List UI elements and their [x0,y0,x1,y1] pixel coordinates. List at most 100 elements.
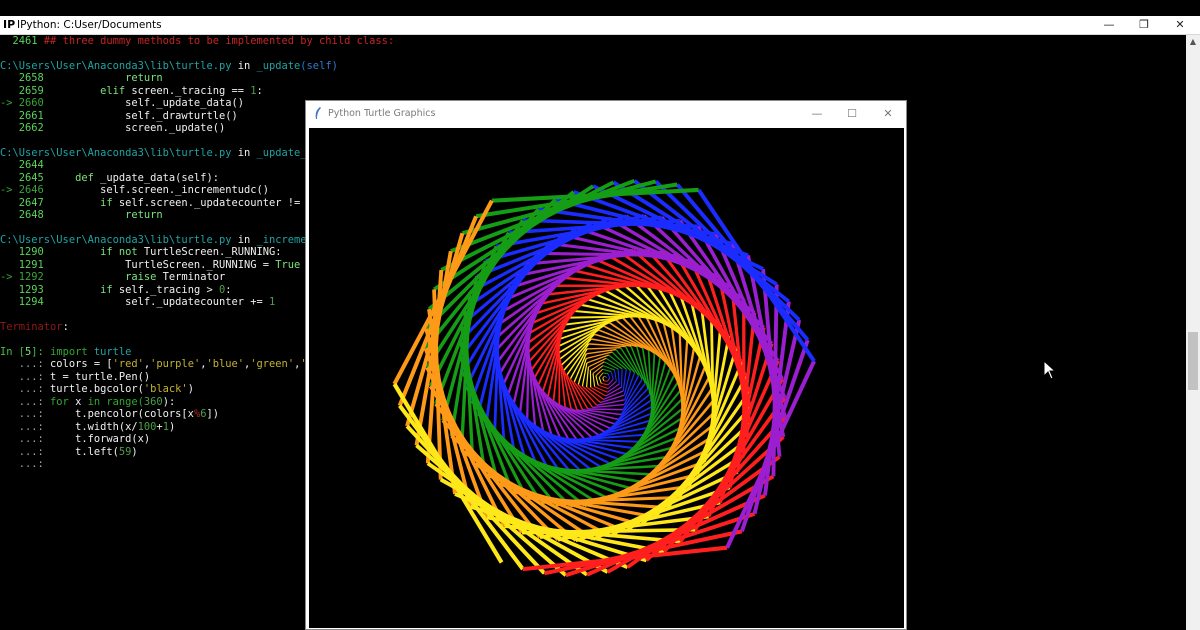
code-token: 2648 [0,209,51,221]
code-token: ...: [0,408,51,420]
code-token: 'purple' [150,358,201,370]
turtle-graphics-window[interactable]: Python Turtle Graphics — ☐ ✕ [305,100,907,630]
spiral-segment [602,368,612,373]
turtle-minimize-button[interactable]: — [800,105,834,123]
code-token: 1293 [0,284,51,296]
console-line: ...: t.left(59) [0,446,138,458]
console-line: ...: t.forward(x) [0,433,150,445]
console-line: ...: turtle.bgcolor('black') [0,383,194,395]
code-token: ...: [0,458,51,470]
feather-icon [314,107,322,122]
code-token: 59 [118,446,132,458]
code-token: turtle.bgcolor( [50,383,144,395]
console-line: ...: colors = ['red','purple','blue','gr… [0,358,319,370]
code-token: def [50,172,101,184]
code-token: 2662 [0,122,51,134]
console-line: 2461 ## three dummy methods to be implem… [0,35,395,47]
code-token: self.screen._incrementudc() [50,184,269,196]
console-line: -> 2660 self._update_data() [0,97,244,109]
turtle-maximize-button[interactable]: ☐ [835,105,869,123]
console-scrollbar[interactable]: ▲ [1186,35,1200,630]
console-line: 1290 if not TurtleScreen._RUNNING: [0,246,282,258]
code-token: 2661 [0,110,51,122]
code-token: ): [162,396,176,408]
code-token: elif [50,85,132,97]
turtle-window-titlebar[interactable]: Python Turtle Graphics — ☐ ✕ [306,101,906,127]
code-token: self._update_data() [50,97,244,109]
console-line: 2645 def _update_data(self): [0,172,219,184]
code-token: C:\Users\User\Anaconda3\lib\turtle.py [0,234,232,246]
code-token: raise [50,271,163,283]
spiral-segment [573,381,594,408]
console-line: 1291 TurtleScreen._RUNNING = True [0,259,301,271]
spiral-segment [586,346,621,350]
scrollbar-thumb[interactable] [1188,332,1198,390]
console-line: In [5]: import turtle [0,346,131,358]
console-line: ...: t.width(x/100+1) [0,421,175,433]
console-line: Terminator: [0,321,69,333]
code-token: self._drawturtle() [50,110,238,122]
code-token: 2461 [0,35,44,47]
spiral-segment [605,376,607,378]
code-token: ...: [0,358,51,370]
code-token: -> 1292 [0,271,51,283]
console-line: ...: [0,458,50,470]
code-token: Terminator [162,271,226,283]
spiral-segment [620,347,640,376]
ipython-app-icon: IP [3,18,16,31]
code-token: ...: [0,383,51,395]
code-token: self._updatecounter += [50,296,269,308]
ipython-titlebar[interactable]: IP IPython: C:User/Documents — ❐ ✕ [0,16,1200,35]
spiral-segment [601,382,609,386]
code-token: in [231,60,257,72]
code-token: t.width(x/ [50,421,138,433]
code-token: 1291 [0,259,51,271]
code-token: : [256,85,263,97]
spiral-segment [610,371,614,380]
console-line: 2659 elif screen._tracing == 1: [0,85,263,97]
console-line: 2658 return [0,72,163,84]
code-token: ...: [0,371,51,383]
close-button[interactable]: ✕ [1163,17,1197,33]
turtle-close-button[interactable]: ✕ [871,105,905,123]
code-token: 360 [143,396,163,408]
code-token: t.pencolor(colors[x [50,408,194,420]
turtle-spiral-drawing [392,178,816,578]
spiral-segment [587,408,624,411]
restore-button[interactable]: ❐ [1127,17,1161,33]
code-token: ...: [0,421,51,433]
code-token: 2658 [0,72,51,84]
code-token: 100 [137,421,157,433]
spiral-segment [617,368,620,385]
mouse-cursor-icon [1043,359,1057,384]
console-line: C:\Users\User\Anaconda3\lib\turtle.py in… [0,234,319,246]
console-line: ...: t = turtle.Pen() [0,371,150,383]
spiral-segment [620,368,623,388]
spiral-segment [405,232,465,427]
code-token: screen._update() [50,122,226,134]
window-title: IPython: C:User/Documents [17,19,162,31]
code-token: colors = [ [50,358,113,370]
spiral-segment [598,377,602,384]
turtle-canvas[interactable] [309,128,904,628]
code-token: in [87,396,107,408]
code-token: In [ [0,346,26,358]
code-token: C:\Users\User\Anaconda3\lib\turtle.py [0,60,232,72]
console-line: C:\Users\User\Anaconda3\lib\turtle.py in… [0,147,325,159]
code-token: ) [187,383,194,395]
code-token: -> 2646 [0,184,51,196]
code-token: if [50,284,119,296]
code-token: TurtleScreen._RUNNING = [50,259,276,271]
code-token: TurtleScreen._RUNNING: [143,246,282,258]
code-token: return [50,209,163,221]
spiral-segment [595,375,599,386]
scroll-up-arrow-icon[interactable]: ▲ [1186,35,1200,49]
code-token: 2644 [0,159,44,171]
code-token: 'black' [143,383,188,395]
minimize-button[interactable]: — [1092,17,1126,33]
code-token: ]: [31,346,51,358]
console-line: 1293 if self._tracing > 0: [0,284,232,296]
console-line: 1294 self._updatecounter += 1 [0,296,276,308]
code-token: : [62,321,69,333]
spiral-segment [613,369,617,382]
